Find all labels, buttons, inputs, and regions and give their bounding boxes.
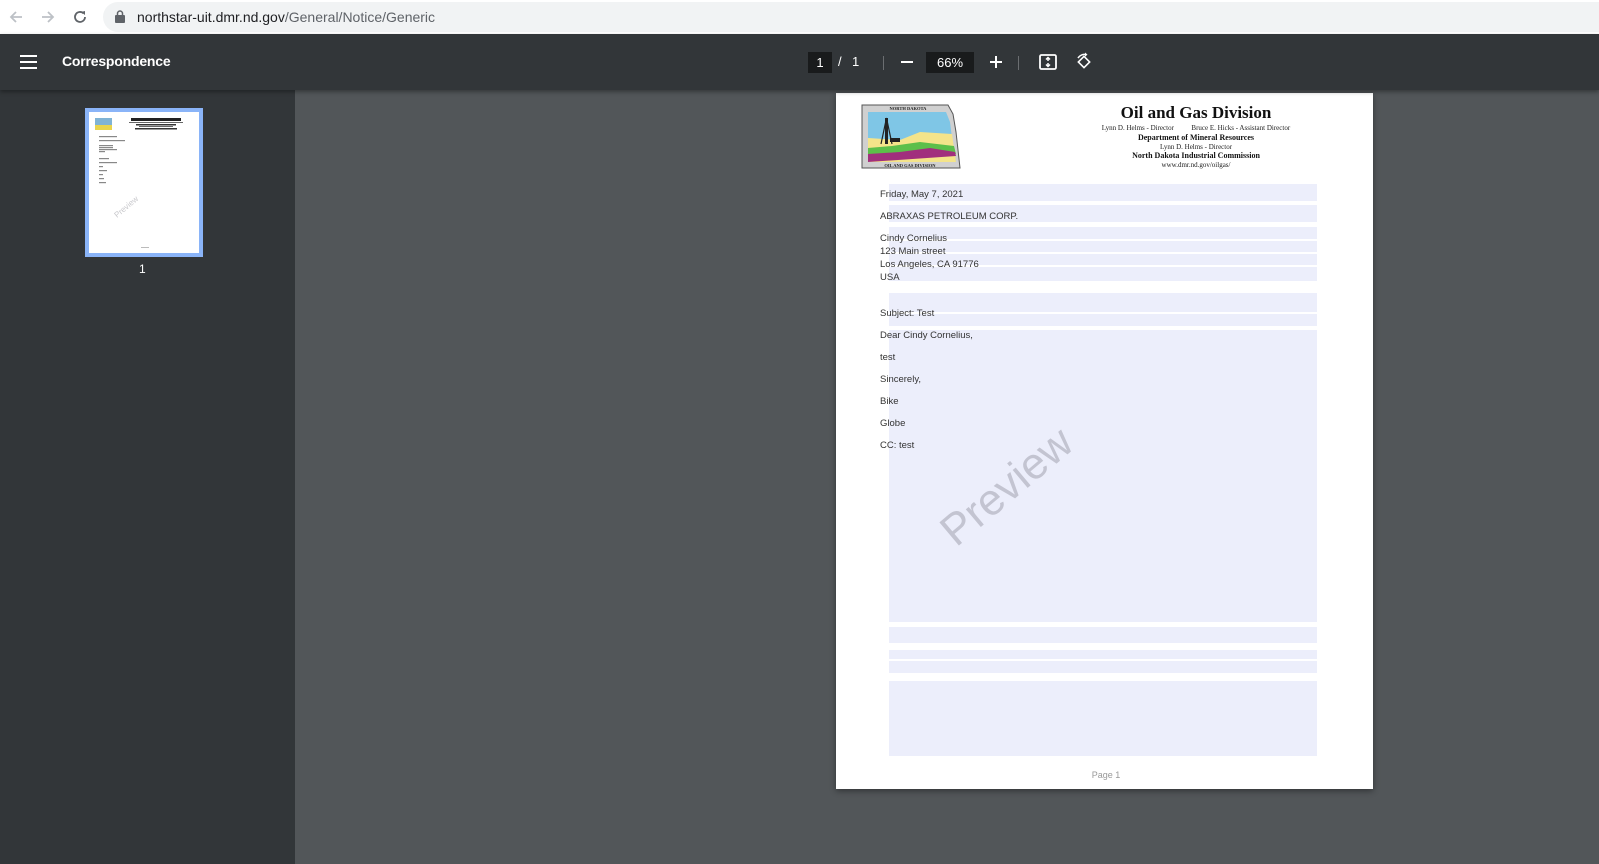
fit-to-page-icon bbox=[1039, 54, 1057, 70]
letter-salutation: Dear Cindy Cornelius, bbox=[880, 330, 973, 341]
zoom-out-button[interactable] bbox=[895, 50, 919, 74]
letter-subject: Subject: Test bbox=[880, 308, 935, 319]
zoom-in-button[interactable] bbox=[984, 50, 1008, 74]
field-highlight bbox=[889, 314, 1317, 326]
letter-company: ABRAXAS PETROLEUM CORP. bbox=[880, 211, 1019, 222]
letterhead-commission: North Dakota Industrial Commission bbox=[1132, 151, 1260, 160]
page-separator: / bbox=[838, 54, 842, 69]
thumbnail-sidebar: Preview 1 bbox=[0, 90, 295, 864]
address-bar[interactable]: northstar-uit.dmr.nd.gov/General/Notice/… bbox=[103, 2, 1599, 32]
letter-country: USA bbox=[880, 272, 900, 283]
thumbnail-preview: Preview bbox=[91, 114, 197, 251]
letter-date: Friday, May 7, 2021 bbox=[880, 189, 964, 200]
ndic-logo: NORTH DAKOTA OIL AND GAS DIVISION bbox=[861, 104, 961, 169]
letterhead-title: Oil and Gas Division bbox=[1120, 103, 1272, 122]
page-number-input[interactable]: 1 bbox=[808, 52, 832, 73]
letterhead-dept-director: Lynn D. Helms - Director bbox=[1159, 143, 1233, 151]
arrow-right-icon bbox=[42, 11, 55, 23]
rotate-icon bbox=[1077, 52, 1091, 69]
toolbar-divider bbox=[1018, 56, 1019, 70]
field-highlight bbox=[889, 650, 1317, 659]
logo-top-text: NORTH DAKOTA bbox=[890, 106, 928, 111]
document-title: Correspondence bbox=[62, 53, 171, 69]
letterhead-website: www.dmr.nd.gov/oilgas/ bbox=[1161, 161, 1231, 169]
letter-closing: Sincerely, bbox=[880, 374, 922, 385]
reload-button[interactable] bbox=[68, 5, 92, 29]
letter-street: 123 Main street bbox=[880, 246, 946, 257]
rotate-button[interactable] bbox=[1072, 50, 1096, 74]
letter-cc: CC: test bbox=[880, 440, 915, 451]
browser-bar: northstar-uit.dmr.nd.gov/General/Notice/… bbox=[0, 0, 1599, 35]
field-highlight bbox=[889, 330, 1317, 622]
toolbar-divider bbox=[883, 56, 884, 70]
hamburger-menu-icon bbox=[20, 55, 37, 69]
url-text: northstar-uit.dmr.nd.gov/General/Notice/… bbox=[137, 9, 435, 25]
letterhead-department: Department of Mineral Resources bbox=[1137, 133, 1255, 142]
url-host: northstar-uit.dmr.nd.gov bbox=[137, 9, 285, 25]
thumbnail-page-label: 1 bbox=[139, 262, 146, 276]
fit-to-page-button[interactable] bbox=[1036, 50, 1060, 74]
page-footer: Page 1 bbox=[1091, 770, 1121, 780]
field-highlight bbox=[889, 227, 1317, 239]
letterhead-directors: Lynn D. Helms - Director Bruce E. Hicks … bbox=[1101, 124, 1291, 132]
plus-icon bbox=[990, 56, 1002, 68]
pdf-page: NORTH DAKOTA OIL AND GAS DIVISION Oil an… bbox=[836, 93, 1373, 789]
field-highlight bbox=[889, 681, 1317, 756]
page-thumbnail[interactable]: Preview bbox=[85, 108, 203, 257]
reload-icon bbox=[74, 11, 86, 23]
letter-signature-1: Bike bbox=[880, 396, 899, 407]
letter-signature-2: Globe bbox=[880, 418, 906, 429]
back-button[interactable] bbox=[4, 5, 28, 29]
field-highlight bbox=[889, 293, 1317, 312]
field-highlight bbox=[889, 627, 1317, 643]
letter-body: test bbox=[880, 352, 896, 363]
logo-bottom-text: OIL AND GAS DIVISION bbox=[884, 163, 936, 168]
arrow-left-icon bbox=[9, 11, 22, 23]
field-highlight bbox=[889, 241, 1317, 252]
thumbnail-watermark: Preview bbox=[113, 194, 141, 219]
thumbnail-page-image: Preview bbox=[95, 118, 183, 248]
forward-button[interactable] bbox=[36, 5, 60, 29]
url-path: /General/Notice/Generic bbox=[284, 9, 436, 25]
page-total: 1 bbox=[852, 54, 860, 69]
field-highlight bbox=[889, 661, 1317, 673]
letter-city: Los Angeles, CA 91776 bbox=[880, 259, 979, 270]
zoom-level-input[interactable]: 66% bbox=[926, 52, 974, 73]
pdf-toolbar: Correspondence 1 / 1 66% bbox=[0, 34, 1599, 90]
minus-icon bbox=[901, 61, 913, 63]
letter-contact: Cindy Cornelius bbox=[880, 233, 948, 244]
sidebar-menu-button[interactable] bbox=[16, 50, 42, 74]
lock-icon bbox=[115, 10, 125, 23]
